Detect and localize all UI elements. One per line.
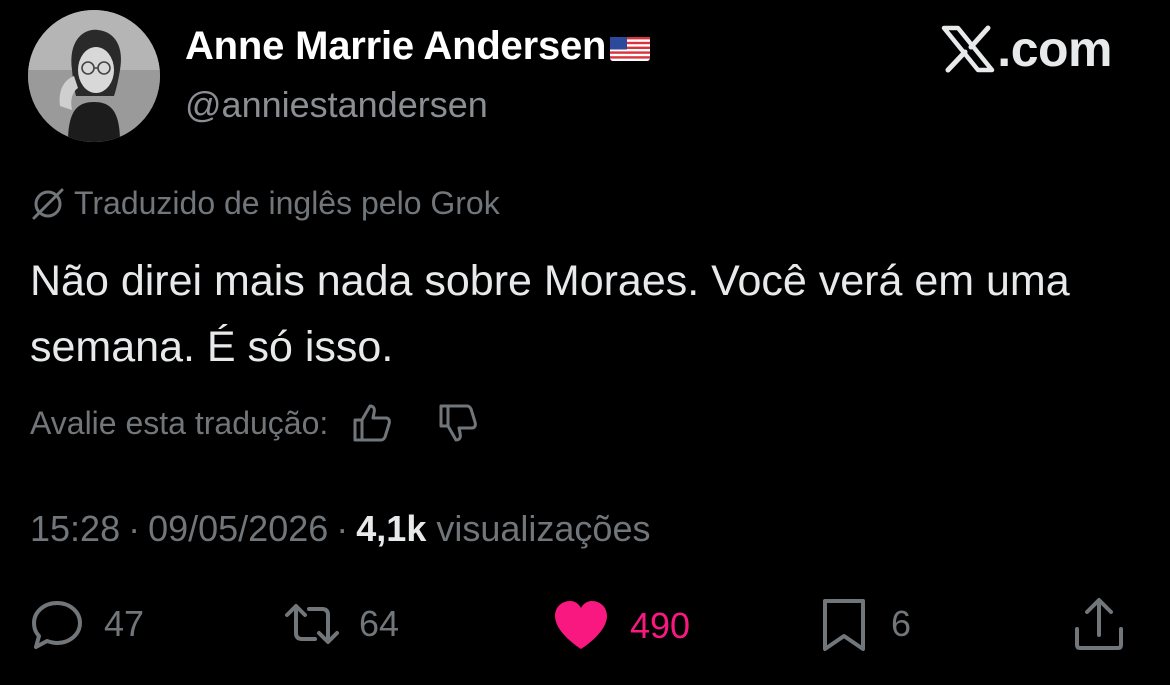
x-com-brand: .com <box>941 24 1112 74</box>
translation-notice: Traduzido de inglês pelo Grok <box>30 185 500 222</box>
tweet-meta: 15:28 · 09/05/2026 · 4,1k visualizações <box>30 508 650 550</box>
meta-separator: · <box>128 508 141 549</box>
views-count[interactable]: 4,1k <box>356 508 426 550</box>
brand-text: .com <box>997 21 1112 77</box>
bookmark-icon <box>823 599 865 651</box>
views-label[interactable]: visualizações <box>436 508 650 550</box>
reply-count: 47 <box>104 603 145 644</box>
tweet-text: Não direi mais nada sobre Moraes. Você v… <box>30 257 1070 371</box>
reply-button[interactable]: 47 <box>28 595 144 653</box>
thumbs-up-icon[interactable] <box>350 401 394 445</box>
share-button[interactable] <box>1070 595 1128 653</box>
x-logo-icon <box>942 25 995 73</box>
share-icon <box>1075 598 1123 650</box>
bookmark-count: 6 <box>891 603 912 644</box>
thumbs-down-icon[interactable] <box>436 401 480 445</box>
rate-translation-row: Avalie esta tradução: <box>30 401 480 445</box>
author-handle[interactable]: @anniestandersen <box>185 84 488 126</box>
avatar[interactable] <box>28 10 160 142</box>
heart-icon <box>555 601 607 649</box>
reply-icon <box>32 601 82 649</box>
meta-separator: · <box>336 508 349 549</box>
author-name-row[interactable]: Anne Marrie Andersen <box>185 24 651 69</box>
tweet-time[interactable]: 15:28 <box>30 508 120 550</box>
bookmark-button[interactable]: 6 <box>815 595 911 653</box>
tweet-date[interactable]: 09/05/2026 <box>148 508 328 550</box>
rate-translation-label: Avalie esta tradução: <box>30 404 329 441</box>
like-button[interactable]: 490 <box>550 595 690 657</box>
display-name[interactable]: Anne Marrie Andersen <box>185 24 606 69</box>
repost-icon <box>285 604 339 644</box>
grok-icon <box>32 188 64 219</box>
repost-button[interactable]: 64 <box>283 595 399 653</box>
like-count: 490 <box>630 605 691 646</box>
us-flag-icon <box>610 36 651 61</box>
translation-notice-text: Traduzido de inglês pelo Grok <box>74 185 500 221</box>
repost-count: 64 <box>359 603 400 644</box>
action-bar: 47 64 490 6 <box>0 595 1170 665</box>
avatar-photo <box>28 10 160 142</box>
